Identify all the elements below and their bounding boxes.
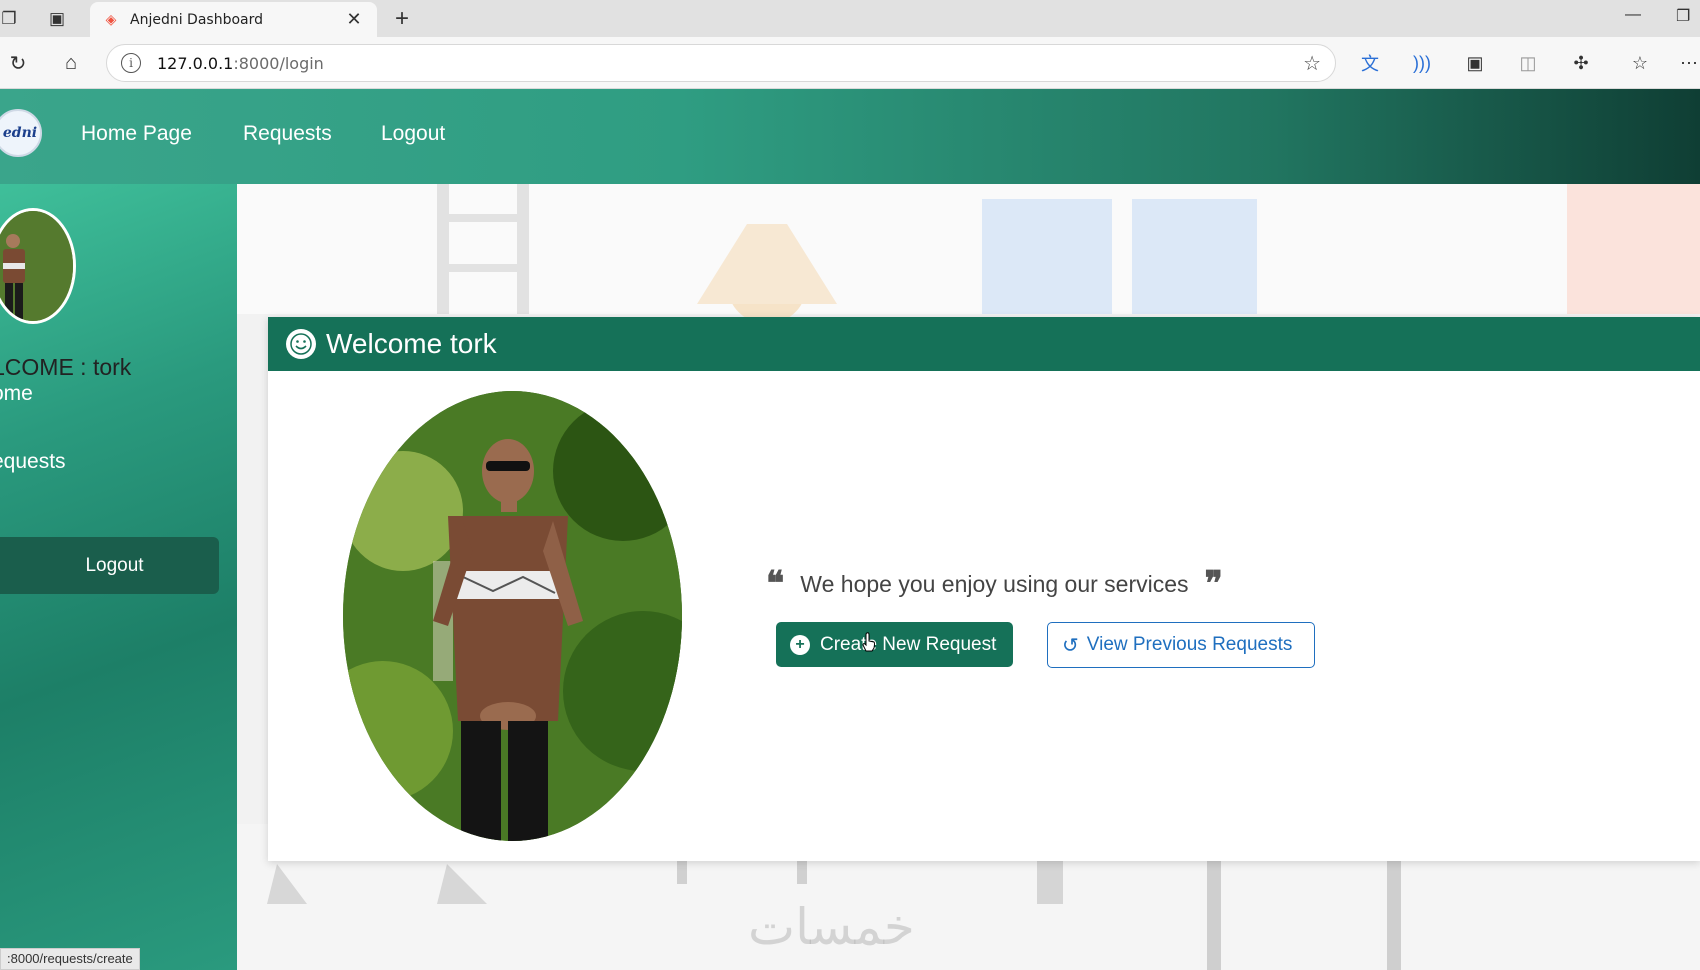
logo-text: edni	[2, 125, 38, 141]
read-aloud-icon[interactable]: )))	[1409, 50, 1435, 76]
app-header: edni Home Page Requests Logout	[0, 89, 1700, 184]
view-previous-requests-label: View Previous Requests	[1086, 634, 1293, 655]
quote-row: ❝ We hope you enjoy using our services ❞	[766, 567, 1223, 601]
tab-title: Anjedni Dashboard	[130, 11, 264, 28]
close-quote-icon: ❞	[1204, 564, 1223, 604]
sidebar-avatar	[0, 208, 76, 324]
minimize-icon[interactable]: —	[1625, 6, 1641, 24]
picture-in-picture-icon[interactable]: ▣	[1462, 50, 1488, 76]
profile-photo	[343, 391, 682, 841]
sidebar: LCOME : tork ome equests Logout	[0, 184, 237, 970]
sidebar-welcome-text: LCOME : tork	[0, 354, 132, 380]
nav-logout[interactable]: Logout	[381, 122, 445, 146]
hand-cursor-icon	[862, 632, 875, 652]
url-host: 127.0.0.1	[157, 53, 234, 73]
smile-icon	[286, 329, 316, 359]
vertical-tabs-icon[interactable]: ▣	[44, 6, 70, 32]
open-quote-icon: ❝	[766, 564, 785, 604]
sidebar-item-home[interactable]: ome	[0, 382, 33, 406]
home-icon[interactable]: ⌂	[57, 49, 85, 77]
status-bar-url: :8000/requests/create	[0, 948, 140, 970]
nav-home-page[interactable]: Home Page	[81, 122, 192, 146]
browser-tab-bar: ❐ ▣ ◈ Anjedni Dashboard ✕ + — ❐	[0, 0, 1700, 37]
nav-requests[interactable]: Requests	[243, 122, 332, 146]
workspaces-icon[interactable]: ❐	[0, 6, 22, 32]
watermark-text: خمسات	[748, 898, 915, 956]
sidebar-item-requests[interactable]: equests	[0, 450, 66, 474]
view-previous-requests-button[interactable]: ↺ View Previous Requests	[1047, 622, 1315, 668]
browser-tab[interactable]: ◈ Anjedni Dashboard ✕	[90, 2, 377, 37]
card-header: Welcome tork	[268, 317, 1700, 371]
more-menu-icon[interactable]: ⋯	[1676, 50, 1700, 76]
url-path: :8000/login	[233, 53, 324, 73]
app-logo[interactable]: edni	[0, 109, 42, 157]
close-tab-icon[interactable]: ✕	[343, 9, 365, 30]
card-title: Welcome tork	[326, 328, 497, 359]
sidebar-logout-button[interactable]: Logout	[0, 537, 219, 594]
translate-icon[interactable]: 文	[1357, 50, 1383, 76]
plus-circle-icon: +	[790, 634, 810, 655]
quote-text: We hope you enjoy using our services	[800, 570, 1189, 597]
favorites-icon[interactable]: ☆	[1627, 50, 1653, 76]
site-info-icon[interactable]: i	[121, 53, 141, 73]
create-new-request-button[interactable]: + Create New Request	[776, 622, 1013, 667]
avatar-person-icon	[0, 211, 73, 321]
favorite-star-icon[interactable]: ☆	[1303, 51, 1321, 76]
new-tab-icon[interactable]: +	[388, 5, 416, 33]
history-icon: ↺	[1062, 634, 1079, 657]
restore-icon[interactable]: ❐	[1676, 6, 1690, 26]
extensions-icon[interactable]: ✣	[1568, 50, 1594, 76]
split-screen-icon[interactable]: ◫	[1515, 50, 1541, 76]
url-input[interactable]: i 127.0.0.1:8000/login ☆	[106, 44, 1336, 82]
laravel-favicon-icon: ◈	[105, 11, 117, 27]
welcome-card: Welcome tork ❝ We hope you enjoy using o…	[268, 317, 1700, 861]
refresh-icon[interactable]: ↻	[4, 49, 32, 77]
person-photo-icon	[343, 391, 682, 841]
create-new-request-label: Create New Request	[820, 633, 997, 655]
browser-address-bar: ↻ ⌂ i 127.0.0.1:8000/login ☆ 文 ))) ▣ ◫ ✣…	[0, 37, 1700, 89]
